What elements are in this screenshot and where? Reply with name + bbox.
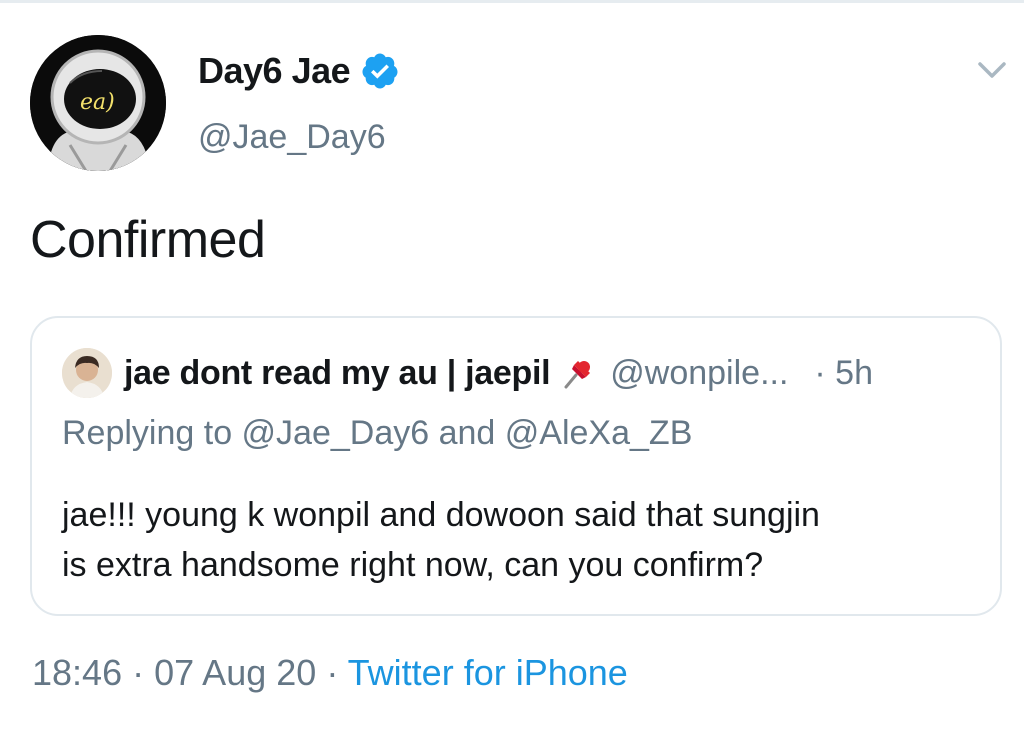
quoted-tweet-card[interactable]: jae dont read my au | jaepil @wonpile...… xyxy=(30,316,1002,616)
author-handle[interactable]: @Jae_Day6 xyxy=(198,118,386,157)
pushpin-icon xyxy=(564,361,591,389)
tweet-metadata: 18:46 · 07 Aug 20 · Twitter for iPhone xyxy=(32,652,628,694)
quoted-author-avatar xyxy=(62,348,112,398)
replying-to-line: Replying to @Jae_Day6 and @AleXa_ZB xyxy=(62,414,693,452)
quoted-tweet-header: jae dont read my au | jaepil @wonpile...… xyxy=(62,348,873,398)
verified-badge-icon xyxy=(362,53,398,89)
quoted-tweet-text: jae!!! young k wonpil and dowoon said th… xyxy=(62,490,982,590)
quoted-tweet-text-line: is extra handsome right now, can you con… xyxy=(62,546,764,584)
meta-separator: · xyxy=(326,652,339,693)
top-divider xyxy=(0,0,1024,3)
quoted-tweet-text-line: jae!!! young k wonpil and dowoon said th… xyxy=(62,496,820,534)
author-avatar[interactable]: ea) xyxy=(30,35,166,171)
chevron-down-icon[interactable] xyxy=(972,56,1012,86)
astronaut-avatar-image: ea) xyxy=(30,35,166,171)
avatar-visor-text: ea) xyxy=(80,90,115,115)
quoted-author-name[interactable]: jae dont read my au | jaepil xyxy=(124,354,551,393)
quoted-author-handle[interactable]: @wonpile... xyxy=(610,354,788,393)
tweet-date[interactable]: 07 Aug 20 xyxy=(154,652,316,693)
tweet-source-link[interactable]: Twitter for iPhone xyxy=(348,652,628,693)
tweet-text: Confirmed xyxy=(30,211,266,269)
quoted-avatar-image xyxy=(62,348,112,398)
meta-separator: · xyxy=(132,652,145,693)
quoted-tweet-time[interactable]: · 5h xyxy=(814,354,873,393)
tweet-time[interactable]: 18:46 xyxy=(32,652,122,693)
author-display-name[interactable]: Day6 Jae xyxy=(198,50,400,92)
author-name-text[interactable]: Day6 Jae xyxy=(198,50,351,92)
